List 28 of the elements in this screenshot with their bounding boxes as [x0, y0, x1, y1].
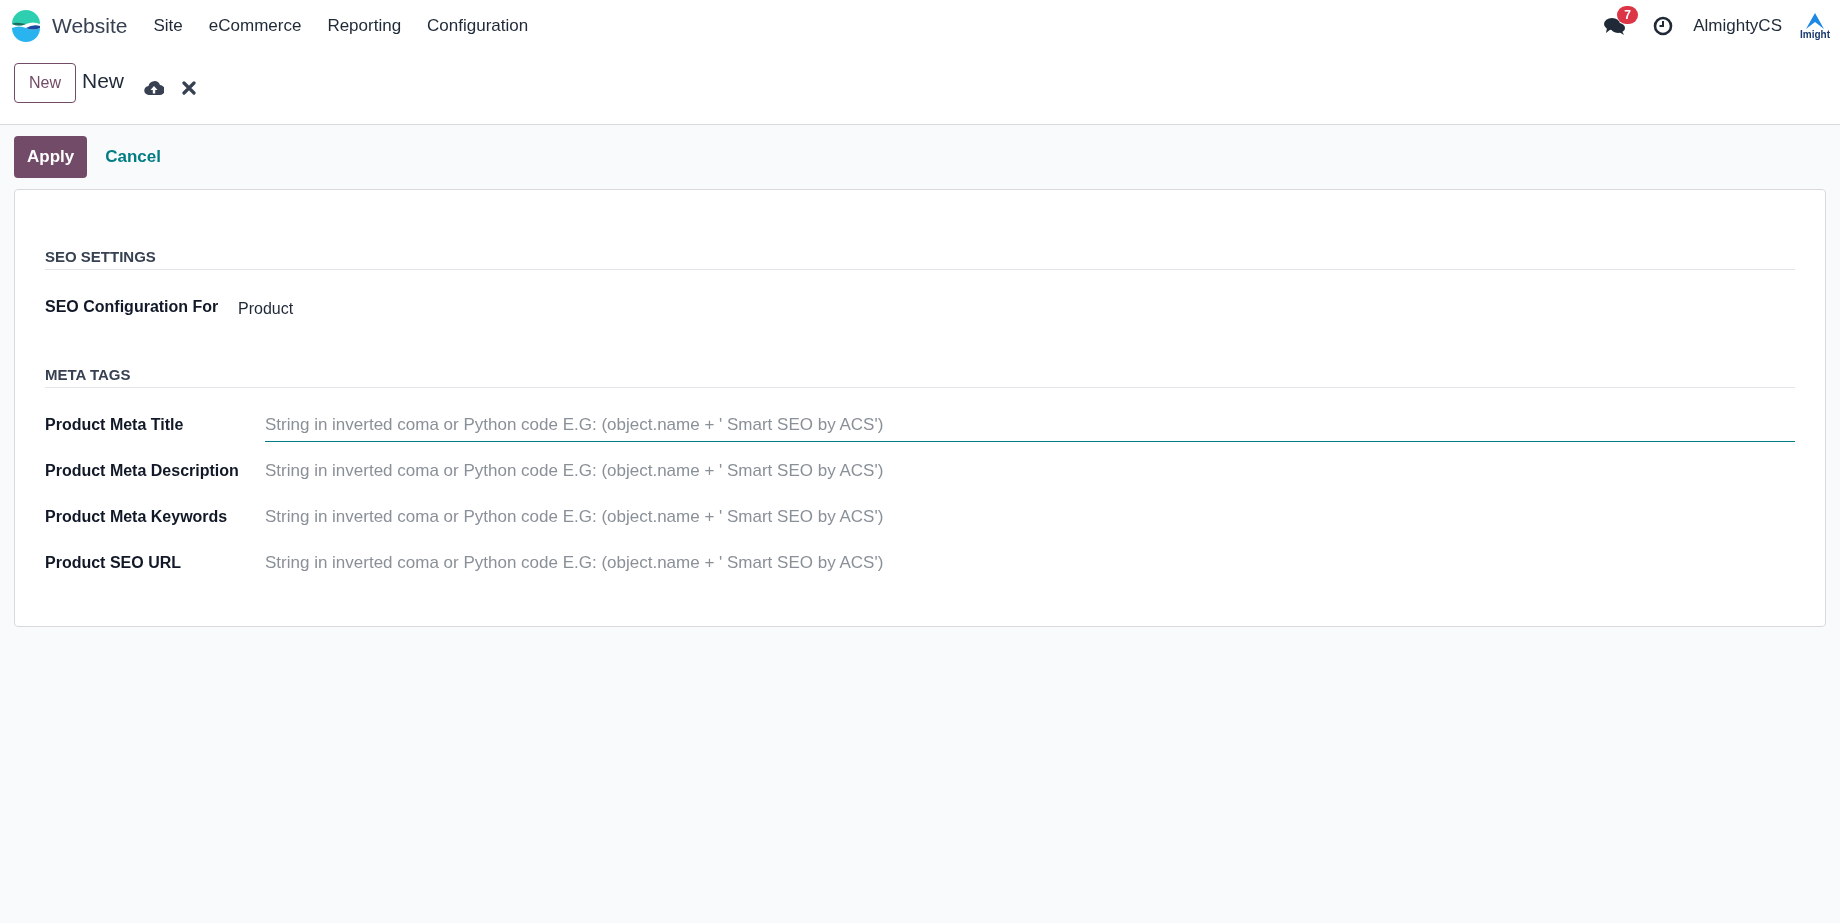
close-icon[interactable] — [182, 81, 197, 95]
menu-item[interactable]: Configuration — [427, 16, 529, 36]
cancel-button[interactable]: Cancel — [105, 147, 161, 167]
field-label: Product Meta Title — [45, 416, 185, 434]
new-button[interactable]: New — [14, 63, 76, 103]
field-label: Product Meta Description — [45, 462, 240, 480]
company-logo-text: Imight — [1800, 28, 1830, 40]
field-value: Product — [238, 300, 294, 318]
message-count-badge: 7 — [1617, 6, 1638, 24]
menu-item[interactable]: Site — [153, 16, 183, 36]
app-name[interactable]: Website — [52, 14, 128, 38]
clock-icon[interactable] — [1653, 16, 1674, 36]
menu-item[interactable]: eCommerce — [208, 16, 302, 36]
apply-button[interactable]: Apply — [14, 136, 88, 178]
user-name[interactable]: AlmightyCS — [1693, 16, 1782, 36]
text-input-field[interactable]: String in inverted coma or Python code E.G: (object.name + ' Smart SEO by ACS') — [265, 546, 1795, 580]
menu-item[interactable]: Reporting — [327, 16, 402, 36]
section-title: SEO SETTINGS — [45, 248, 1795, 270]
record-title: New — [82, 69, 125, 93]
section-title: META TAGS — [45, 366, 1795, 388]
app-logo-icon[interactable] — [10, 10, 42, 42]
text-input-field[interactable]: String in inverted coma or Python code E.G: (object.name + ' Smart SEO by ACS') — [265, 408, 1795, 442]
field-label: Product Meta Keywords — [45, 508, 229, 526]
field-label: Product SEO URL — [45, 554, 182, 572]
company-logo-icon — [1806, 12, 1824, 29]
text-input-field[interactable]: String in inverted coma or Python code E.G: (object.name + ' Smart SEO by ACS') — [265, 454, 1795, 488]
cloud-upload-icon[interactable] — [144, 80, 165, 96]
text-input-field[interactable]: String in inverted coma or Python code E.G: (object.name + ' Smart SEO by ACS') — [265, 500, 1795, 534]
